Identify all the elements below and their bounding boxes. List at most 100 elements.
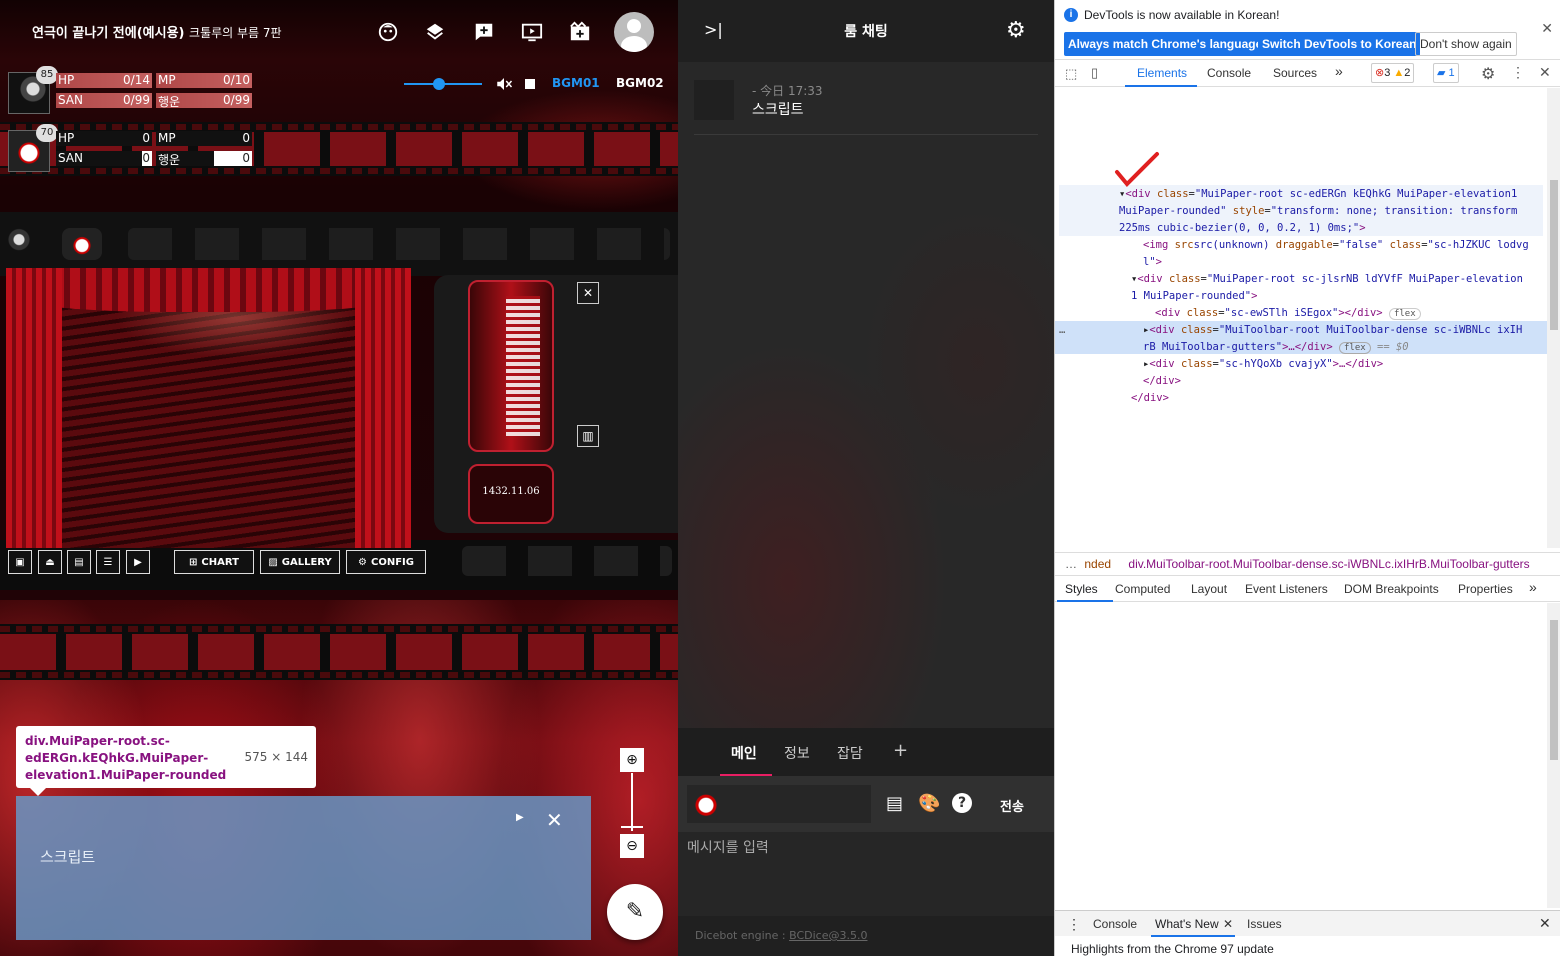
kebab-menu-icon[interactable]: ⋮: [1067, 916, 1081, 933]
config-label: CONFIG: [371, 556, 414, 568]
config-button[interactable]: ⚙ CONFIG: [346, 550, 426, 574]
message-input[interactable]: 메시지를 입력: [678, 832, 1054, 916]
zoom-in-icon[interactable]: ⊕: [620, 748, 644, 772]
character-select[interactable]: [687, 785, 871, 823]
drawer-tab-whats-new[interactable]: What's New: [1155, 917, 1219, 931]
tab-sources[interactable]: Sources: [1273, 66, 1317, 80]
message-list[interactable]: - 今日 17:33 스크립트: [678, 62, 1054, 728]
gallery-button[interactable]: ▨ GALLERY: [260, 550, 340, 574]
close-devtools-icon[interactable]: ✕: [1539, 64, 1551, 81]
message-counter[interactable]: ▰ 1: [1433, 63, 1459, 83]
breadcrumb-prev[interactable]: nded: [1084, 557, 1111, 571]
close-icon[interactable]: ✕: [1541, 20, 1553, 37]
zoom-out-icon[interactable]: ⊖: [620, 834, 644, 858]
close-drawer-icon[interactable]: ✕: [1539, 915, 1551, 932]
elements-scroll-thumb[interactable]: [1550, 180, 1558, 330]
edit-fab[interactable]: ✎: [607, 884, 663, 940]
volume-slider-thumb[interactable]: [433, 78, 446, 90]
bgm-01-button[interactable]: BGM01: [552, 76, 600, 90]
breadcrumb-current[interactable]: div.MuiToolbar-root.MuiToolbar-dense.sc-…: [1128, 557, 1529, 571]
infobar-text: DevTools is now available in Korean!: [1084, 8, 1280, 22]
tab-console[interactable]: Console: [1207, 66, 1251, 80]
list-icon[interactable]: ☰: [96, 550, 120, 574]
tab-styles[interactable]: Styles: [1065, 582, 1098, 596]
chat-header: >| 룸 채팅 ⚙: [678, 0, 1054, 62]
tab-dom-breakpoints[interactable]: DOM Breakpoints: [1344, 582, 1439, 596]
game-board[interactable]: 연극이 끝나기 전에(예시용) 크툴루의 부름 7판 85 HP 0/14 MP 0…: [0, 0, 678, 956]
script-window[interactable]: 스크립트 ▶ ✕: [16, 796, 591, 940]
dom-node[interactable]: ▾<div class="MuiPaper-root sc-jlsrNB ldY…: [1131, 271, 1523, 288]
chat-input-bar: ▤ 🎨 ? 전송: [678, 776, 1054, 832]
slideshow-icon[interactable]: [518, 18, 546, 46]
add-tab-button[interactable]: +: [893, 740, 908, 761]
inspect-icon[interactable]: ⬚: [1065, 66, 1077, 82]
layers-icon[interactable]: [421, 18, 449, 46]
tab-properties[interactable]: Properties: [1458, 582, 1513, 596]
add-box-icon[interactable]: [470, 18, 498, 46]
dom-node[interactable]: <div class="sc-ewSTlh iSEgox"></div> fle…: [1155, 305, 1421, 323]
dicebot-link[interactable]: BCDice@3.5.0: [789, 929, 867, 942]
character-status-1[interactable]: 85 HP 0/14 MP 0/10 SAN 0/99 행운 0/99: [8, 66, 252, 114]
dont-show-button[interactable]: Don't show again: [1415, 32, 1517, 56]
load-icon[interactable]: ⏏: [38, 550, 62, 574]
tab-event-listeners[interactable]: Event Listeners: [1245, 582, 1328, 596]
dom-node[interactable]: ▾<div class="MuiPaper-root sc-edERGn kEQ…: [1119, 186, 1517, 203]
chart-button[interactable]: ⊞ CHART: [174, 550, 254, 574]
issue-counter[interactable]: ⊗3 ▲2: [1371, 63, 1415, 83]
dom-node[interactable]: ▸<div class="sc-hYQoXb cvajyX">…</div>: [1143, 356, 1383, 373]
bgm-02-button[interactable]: BGM02: [616, 76, 664, 90]
mute-icon[interactable]: [495, 75, 513, 97]
inspect-dimensions: 575 × 144: [244, 750, 309, 764]
close-icon[interactable]: ✕: [546, 808, 563, 832]
character-status-2[interactable]: 70 HP 0 MP 0 SAN 0 행운 0: [8, 124, 252, 172]
message-text: 스크립트: [752, 102, 804, 118]
inspect-selector: div.MuiPaper-root.sc-edERGn.kEQhkG.MuiPa…: [25, 734, 227, 782]
device-icon[interactable]: ▯: [1091, 65, 1098, 81]
ellipsis-icon[interactable]: …: [1059, 322, 1065, 339]
tab-layout[interactable]: Layout: [1191, 582, 1227, 596]
stop-icon[interactable]: [525, 79, 535, 89]
styles-scroll-thumb[interactable]: [1550, 620, 1558, 760]
gallery-icon: ▨: [268, 556, 278, 568]
movie-icon[interactable]: [566, 18, 594, 46]
save-icon[interactable]: ▣: [8, 550, 32, 574]
list-icon[interactable]: ▤: [886, 793, 903, 814]
switch-korean-button[interactable]: Switch DevTools to Korean: [1258, 32, 1421, 56]
tab-main[interactable]: 메인: [731, 743, 757, 763]
chat-icon[interactable]: ▤: [67, 550, 91, 574]
tab-chatter[interactable]: 잡담: [837, 743, 863, 763]
elements-tree[interactable]: ▾<div class="MuiPaper-root sc-edERGn kEQ…: [1055, 88, 1547, 548]
drawer-tab-console[interactable]: Console: [1093, 917, 1137, 931]
inventory-icon[interactable]: ▥: [577, 425, 599, 447]
styles-tabs: Styles Computed Layout Event Listeners D…: [1055, 576, 1560, 602]
drawer-tab-issues[interactable]: Issues: [1247, 917, 1282, 931]
styles-pane[interactable]: [1055, 603, 1547, 908]
dom-node[interactable]: <img srcsrc(unknown) draggable="false" c…: [1143, 237, 1529, 254]
zoom-slider[interactable]: [631, 773, 633, 831]
gear-icon[interactable]: ⚙: [1481, 64, 1495, 84]
tab-indicator: [1057, 600, 1113, 602]
match-language-button[interactable]: Always match Chrome's language: [1064, 32, 1267, 56]
gear-icon[interactable]: ⚙: [1006, 18, 1026, 43]
ellipsis-icon[interactable]: …: [1065, 557, 1077, 571]
face-icon[interactable]: [374, 18, 402, 46]
send-button[interactable]: 전송: [1000, 796, 1024, 815]
tab-info[interactable]: 정보: [784, 743, 810, 763]
more-tabs-icon[interactable]: »: [1529, 579, 1537, 595]
close-tab-icon[interactable]: ✕: [1223, 917, 1233, 931]
zoom-slider-thumb[interactable]: [621, 826, 643, 828]
character-token[interactable]: [4, 226, 34, 260]
tab-computed[interactable]: Computed: [1115, 582, 1170, 596]
kebab-menu-icon[interactable]: ⋮: [1511, 64, 1525, 81]
play-icon[interactable]: ▶: [126, 550, 150, 574]
more-tabs-icon[interactable]: »: [1335, 63, 1343, 79]
account-icon[interactable]: [614, 12, 654, 52]
chevron-right-icon[interactable]: ▶: [516, 812, 524, 823]
help-icon[interactable]: ?: [952, 793, 972, 813]
dom-node-selected[interactable]: ▸<div class="MuiToolbar-root MuiToolbar-…: [1143, 322, 1522, 339]
character-token[interactable]: [62, 228, 102, 260]
tab-elements[interactable]: Elements: [1137, 66, 1187, 80]
character-avatar: [693, 792, 719, 816]
close-icon[interactable]: ✕: [577, 282, 599, 304]
palette-icon[interactable]: 🎨: [918, 793, 940, 814]
